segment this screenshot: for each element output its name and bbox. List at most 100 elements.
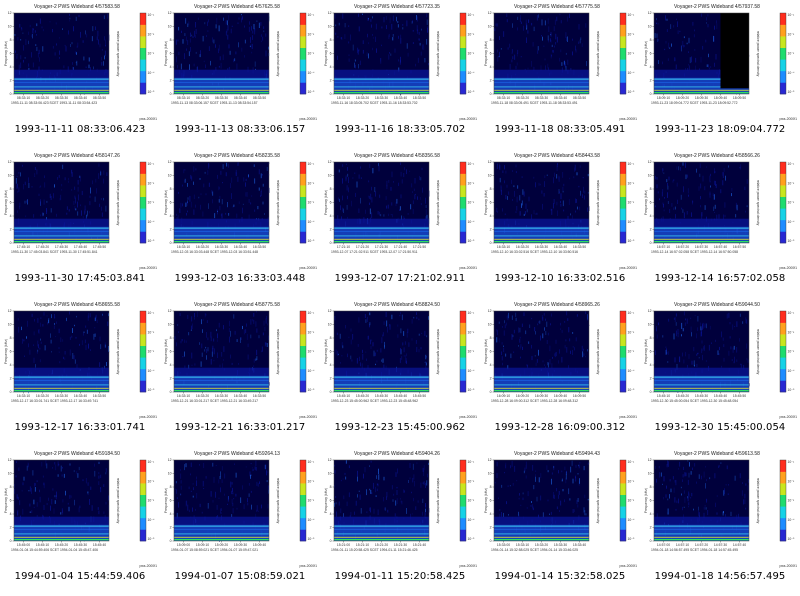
x-tick-label: 16:33:10 bbox=[177, 394, 190, 398]
y-tick-label: 6 bbox=[650, 350, 652, 354]
y-axis-label: Frequency (kHz) bbox=[4, 339, 8, 364]
colorbar-tick-label: 10⁻¹ bbox=[788, 13, 796, 17]
colorbar-tick-label: 10⁻¹ bbox=[628, 162, 636, 166]
y-axis-label: Frequency (kHz) bbox=[164, 339, 168, 364]
corner-tag: pws-2000f1 bbox=[139, 564, 157, 568]
x-tick-label: 17:45:10 bbox=[17, 245, 30, 249]
y-tick-label: 2 bbox=[650, 377, 652, 381]
y-tick-label: 4 bbox=[10, 65, 12, 69]
thumbnail-title: Voyager-2 PWS Wideband 4/57583.58 bbox=[34, 4, 120, 10]
x-tick-label: 15:33:10 bbox=[516, 543, 529, 547]
colorbar-label: relative power spectral density bbox=[116, 329, 120, 375]
time-footer: 1994-01-14 15:32:58.025 SCET 1994-01-14 … bbox=[491, 548, 578, 552]
colorbar-label: relative power spectral density bbox=[596, 329, 600, 375]
x-tick-label: 18:33:50 bbox=[413, 96, 426, 100]
x-tick-label: 15:09:40 bbox=[253, 543, 266, 547]
x-tick-label: 08:33:50 bbox=[253, 96, 266, 100]
corner-tag: pws-2000f1 bbox=[299, 266, 317, 270]
y-tick-label: 2 bbox=[490, 79, 492, 83]
y-tick-label: 6 bbox=[170, 201, 172, 205]
colorbar-tick-label: 10⁻² bbox=[788, 479, 796, 483]
y-tick-label: 4 bbox=[490, 65, 492, 69]
x-tick-label: 15:33:00 bbox=[497, 543, 510, 547]
corner-tag: pws-2000f1 bbox=[139, 415, 157, 419]
colorbar-label: relative power spectral density bbox=[116, 180, 120, 226]
y-tick-label: 6 bbox=[490, 499, 492, 503]
x-tick-label: 15:45:00 bbox=[17, 543, 30, 547]
time-footer: 1993-12-07 17:21:02.911 SCET 1993-12-07 … bbox=[331, 250, 418, 254]
y-tick-label: 10 bbox=[328, 323, 332, 327]
x-tick-label: 16:09:10 bbox=[497, 394, 510, 398]
colorbar-label: relative power spectral density bbox=[276, 31, 280, 77]
data-gap bbox=[720, 13, 749, 89]
time-footer: 1994-01-18 14:56:57.495 SCET 1994-01-18 … bbox=[651, 548, 738, 552]
y-tick-label: 2 bbox=[330, 526, 332, 530]
y-tick-label: 8 bbox=[490, 336, 492, 340]
x-tick-label: 16:57:30 bbox=[695, 245, 708, 249]
colorbar-label: relative power spectral density bbox=[436, 478, 440, 524]
panel-caption: 1993-12-30 15:45:00.054 bbox=[654, 422, 786, 433]
thumbnail-title: Voyager-2 PWS Wideband 4/58235.58 bbox=[194, 153, 280, 159]
y-tick-label: 8 bbox=[650, 187, 652, 191]
y-tick-label: 10 bbox=[648, 472, 652, 476]
y-tick-label: 12 bbox=[648, 309, 652, 313]
panel-caption: 1993-11-11 08:33:06.423 bbox=[14, 124, 146, 135]
thumbnail-title: Voyager-2 PWS Wideband 4/57723.35 bbox=[354, 4, 440, 10]
colorbar-label: relative power spectral density bbox=[596, 31, 600, 77]
y-tick-label: 10 bbox=[8, 174, 12, 178]
y-tick-label: 12 bbox=[168, 160, 172, 164]
colorbar-tick-label: 10⁻³ bbox=[788, 52, 796, 56]
x-tick-label: 15:09:20 bbox=[215, 543, 228, 547]
y-tick-label: 10 bbox=[488, 174, 492, 178]
y-tick-label: 2 bbox=[170, 79, 172, 83]
x-tick-label: 15:45:30 bbox=[695, 394, 708, 398]
x-tick-label: 15:21:40 bbox=[413, 543, 426, 547]
y-tick-label: 4 bbox=[490, 363, 492, 367]
x-tick-label: 15:21:20 bbox=[375, 543, 388, 547]
colorbar-tick-label: 10⁻⁴ bbox=[468, 369, 476, 373]
colorbar-tick-label: 10⁻⁵ bbox=[148, 537, 156, 541]
y-tick-label: 0 bbox=[330, 390, 332, 394]
y-tick-label: 6 bbox=[650, 499, 652, 503]
y-tick-label: 12 bbox=[168, 11, 172, 15]
y-tick-label: 2 bbox=[650, 526, 652, 530]
spectrogram-panel: Voyager-2 PWS Wideband 4/59044.50 0 2 4 6 8 10… bbox=[640, 298, 800, 447]
y-tick-label: 2 bbox=[330, 79, 332, 83]
y-axis-label: Frequency (kHz) bbox=[644, 190, 648, 215]
thumbnail-title: Voyager-2 PWS Wideband 4/58147.26 bbox=[34, 153, 120, 159]
y-tick-label: 2 bbox=[10, 79, 12, 83]
colorbar-tick-label: 10⁻⁴ bbox=[788, 518, 796, 522]
colorbar-tick-label: 10⁻³ bbox=[308, 201, 316, 205]
y-tick-label: 0 bbox=[650, 241, 652, 245]
y-axis-label: Frequency (kHz) bbox=[644, 41, 648, 66]
corner-tag: pws-2000f1 bbox=[459, 266, 477, 270]
colorbar-tick-label: 10⁻¹ bbox=[628, 311, 636, 315]
corner-tag: pws-2000f1 bbox=[299, 415, 317, 419]
y-axis-label: Frequency (kHz) bbox=[484, 41, 488, 66]
colorbar-tick-label: 10⁻⁵ bbox=[628, 90, 636, 94]
colorbar-tick-label: 10⁻⁵ bbox=[628, 239, 636, 243]
colorbar-tick-label: 10⁻¹ bbox=[148, 460, 156, 464]
colorbar-tick-label: 10⁻⁴ bbox=[788, 71, 796, 75]
colorbar-tick-label: 10⁻⁴ bbox=[148, 518, 156, 522]
spectrogram-panel: Voyager-2 PWS Wideband 4/58566.26 0 2 4 6 8 10… bbox=[640, 149, 800, 298]
colorbar-tick-label: 10⁻³ bbox=[148, 499, 156, 503]
x-tick-label: 15:45:40 bbox=[93, 543, 106, 547]
x-tick-label: 18:09:20 bbox=[676, 96, 689, 100]
y-tick-label: 6 bbox=[10, 52, 12, 56]
thumbnail-title: Voyager-2 PWS Wideband 4/59494.43 bbox=[514, 451, 600, 457]
y-tick-label: 4 bbox=[170, 512, 172, 516]
colorbar-tick-label: 10⁻⁴ bbox=[628, 369, 636, 373]
colorbar bbox=[299, 161, 307, 244]
colorbar-tick-label: 10⁻¹ bbox=[148, 162, 156, 166]
panel-caption: 1993-12-21 16:33:01.217 bbox=[174, 422, 306, 433]
colorbar-label: relative power spectral density bbox=[116, 31, 120, 77]
panel-caption: 1993-12-14 16:57:02.058 bbox=[654, 273, 786, 284]
colorbar bbox=[299, 459, 307, 542]
corner-tag: pws-2000f1 bbox=[299, 564, 317, 568]
y-axis-label: Frequency (kHz) bbox=[4, 190, 8, 215]
y-tick-label: 10 bbox=[488, 25, 492, 29]
panel-caption: 1993-12-03 16:33:03.448 bbox=[174, 273, 306, 284]
thumbnail-title: Voyager-2 PWS Wideband 4/58356.58 bbox=[354, 153, 440, 159]
spectrogram-panel: Voyager-2 PWS Wideband 4/57723.35 0 2 4 6 8 10… bbox=[320, 0, 480, 149]
